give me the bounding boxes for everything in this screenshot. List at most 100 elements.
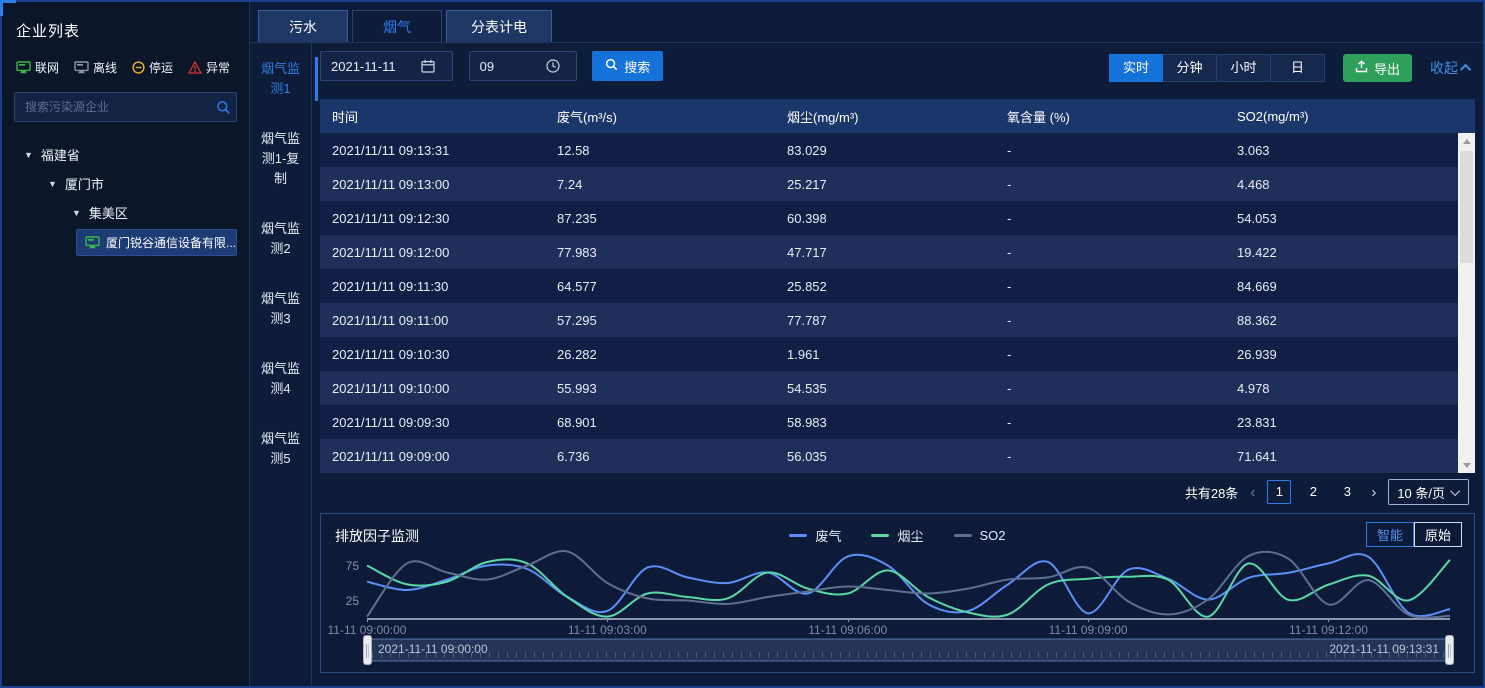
- warning-triangle-icon: [188, 61, 202, 74]
- subtab-烟气监测3[interactable]: 烟气监测3: [250, 289, 311, 329]
- table-row[interactable]: 2021/11/11 09:10:0055.99354.535-4.978: [320, 371, 1475, 405]
- collapse-toggle[interactable]: 收起: [1430, 58, 1471, 78]
- page-button-1[interactable]: 1: [1267, 480, 1291, 504]
- export-button-label: 导出: [1374, 59, 1400, 78]
- granularity-日[interactable]: 日: [1271, 54, 1325, 82]
- scroll-down-icon: [1463, 463, 1471, 468]
- column-header: SO2(mg/m³): [1225, 109, 1475, 124]
- subtab-烟气监测1[interactable]: 烟气监测1: [250, 59, 311, 99]
- enterprise-tree: ▼福建省▼厦门市▼集美区厦门锐谷通信设备有限...: [14, 140, 237, 256]
- table-scrollbar[interactable]: [1458, 133, 1475, 473]
- table-cell: 64.577: [545, 279, 775, 294]
- legend-item-废气[interactable]: 废气: [789, 526, 841, 545]
- scroll-up-button[interactable]: [1458, 133, 1475, 149]
- page-button-2[interactable]: 2: [1301, 480, 1325, 504]
- status-label: 停运: [149, 59, 173, 76]
- table-body: 2021/11/11 09:13:3112.5883.029-3.0632021…: [320, 133, 1475, 473]
- table-cell: 2021/11/11 09:12:00: [320, 245, 545, 260]
- table-row[interactable]: 2021/11/11 09:11:3064.57725.852-84.669: [320, 269, 1475, 303]
- chart-mode-switch: 智能原始: [1366, 522, 1462, 547]
- table-cell: 1.961: [775, 347, 995, 362]
- hour-input[interactable]: [470, 59, 546, 74]
- subtab-烟气监测2[interactable]: 烟气监测2: [250, 219, 311, 259]
- granularity-实时[interactable]: 实时: [1109, 54, 1163, 82]
- scroll-down-button[interactable]: [1458, 457, 1475, 473]
- chevron-down-icon: [1450, 486, 1460, 496]
- table-row[interactable]: 2021/11/11 09:13:3112.5883.029-3.063: [320, 133, 1475, 167]
- x-tick-mark: [848, 618, 849, 622]
- table-cell: -: [995, 347, 1225, 362]
- date-input[interactable]: [321, 59, 421, 74]
- export-button[interactable]: 导出: [1343, 54, 1412, 82]
- scrollbar-thumb[interactable]: [1460, 151, 1473, 263]
- series-line-烟尘: [367, 559, 1450, 616]
- slider-handle-start[interactable]: [363, 635, 372, 665]
- page-numbers: 123: [1267, 480, 1359, 504]
- table-cell: 60.398: [775, 211, 995, 226]
- monitor-point-tabs: 烟气监测1 烟气监测1-复制烟气监测2 烟气监测3 烟气监测4 烟气监测5: [250, 43, 312, 686]
- subtab-烟气监测4[interactable]: 烟气监测4: [250, 359, 311, 399]
- page-size-select[interactable]: 10 条/页: [1388, 479, 1469, 505]
- top-tabbar: 污水烟气分表计电: [250, 2, 1483, 43]
- next-page-button[interactable]: ›: [1371, 484, 1376, 501]
- table-cell: 12.58: [545, 143, 775, 158]
- search-icon[interactable]: [210, 100, 236, 115]
- table-cell: 7.24: [545, 177, 775, 192]
- slider-handle-end[interactable]: [1445, 635, 1454, 665]
- page-button-3[interactable]: 3: [1335, 480, 1359, 504]
- table-row[interactable]: 2021/11/11 09:09:006.73656.035-71.641: [320, 439, 1475, 473]
- legend-label: SO2: [980, 528, 1006, 543]
- chart-mode-智能[interactable]: 智能: [1366, 522, 1414, 547]
- status-item: 异常: [188, 59, 230, 76]
- granularity-分钟[interactable]: 分钟: [1163, 54, 1217, 82]
- tab-分表计电[interactable]: 分表计电: [446, 10, 552, 42]
- table-row[interactable]: 2021/11/11 09:11:0057.29577.787-88.362: [320, 303, 1475, 337]
- legend-swatch: [871, 534, 889, 537]
- legend-item-SO2[interactable]: SO2: [954, 526, 1006, 545]
- granularity-switch: 实时分钟小时日: [1109, 54, 1325, 82]
- time-range-slider[interactable]: 2021-11-11 09:00:00 2021-11-11 09:13:31: [367, 638, 1450, 662]
- tree-node[interactable]: ▼福建省: [14, 140, 237, 169]
- table-cell: 54.535: [775, 381, 995, 396]
- calendar-icon: [421, 59, 444, 73]
- search-button[interactable]: 搜索: [592, 51, 663, 81]
- column-header: 烟尘(mg/m³): [775, 107, 995, 126]
- table-row[interactable]: 2021/11/11 09:13:007.2425.217-4.468: [320, 167, 1475, 201]
- table-row[interactable]: 2021/11/11 09:12:0077.98347.717-19.422: [320, 235, 1475, 269]
- table-row[interactable]: 2021/11/11 09:10:3026.2821.961-26.939: [320, 337, 1475, 371]
- caret-down-icon[interactable]: ▼: [72, 208, 81, 218]
- caret-down-icon[interactable]: ▼: [24, 150, 33, 160]
- date-picker[interactable]: [320, 51, 453, 81]
- scroll-up-icon: [1463, 139, 1471, 144]
- legend-item-烟尘[interactable]: 烟尘: [871, 526, 923, 545]
- tree-node[interactable]: ▼厦门市: [14, 169, 237, 198]
- tree-node-enterprise-selected[interactable]: 厦门锐谷通信设备有限...: [76, 229, 237, 256]
- prev-page-button[interactable]: ‹: [1250, 484, 1255, 501]
- table-cell: -: [995, 415, 1225, 430]
- column-header: 氧含量 (%): [995, 107, 1225, 126]
- table-header: 时间废气(m³/s)烟尘(mg/m³)氧含量 (%)SO2(mg/m³): [320, 99, 1475, 133]
- table-cell: 87.235: [545, 211, 775, 226]
- granularity-小时[interactable]: 小时: [1217, 54, 1271, 82]
- legend-swatch: [954, 534, 972, 537]
- tab-污水[interactable]: 污水: [258, 10, 348, 42]
- subtab-烟气监测5[interactable]: 烟气监测5: [250, 429, 311, 469]
- search-input[interactable]: [15, 100, 210, 114]
- table-row[interactable]: 2021/11/11 09:12:3087.23560.398-54.053: [320, 201, 1475, 235]
- slider-start-label: 2021-11-11 09:00:00: [378, 642, 488, 656]
- tab-烟气[interactable]: 烟气: [352, 10, 442, 42]
- hour-picker[interactable]: [469, 51, 577, 81]
- sidebar-title: 企业列表: [16, 20, 237, 41]
- table-cell: 88.362: [1225, 313, 1475, 328]
- subtab-烟气监测1-复制[interactable]: 烟气监测1-复制: [250, 129, 311, 189]
- chart-mode-原始[interactable]: 原始: [1414, 522, 1462, 547]
- table-cell: -: [995, 211, 1225, 226]
- table-cell: 58.983: [775, 415, 995, 430]
- tree-node[interactable]: ▼集美区: [14, 198, 237, 227]
- table-row[interactable]: 2021/11/11 09:09:3068.90158.983-23.831: [320, 405, 1475, 439]
- table-cell: 2021/11/11 09:10:30: [320, 347, 545, 362]
- main-area: 污水烟气分表计电 烟气监测1烟气监测1-复制烟气监测2烟气监测3烟气监测4烟气监…: [250, 2, 1483, 686]
- y-tick-label: 25: [346, 594, 359, 608]
- caret-down-icon[interactable]: ▼: [48, 179, 57, 189]
- total-count: 共有28条: [1185, 483, 1238, 502]
